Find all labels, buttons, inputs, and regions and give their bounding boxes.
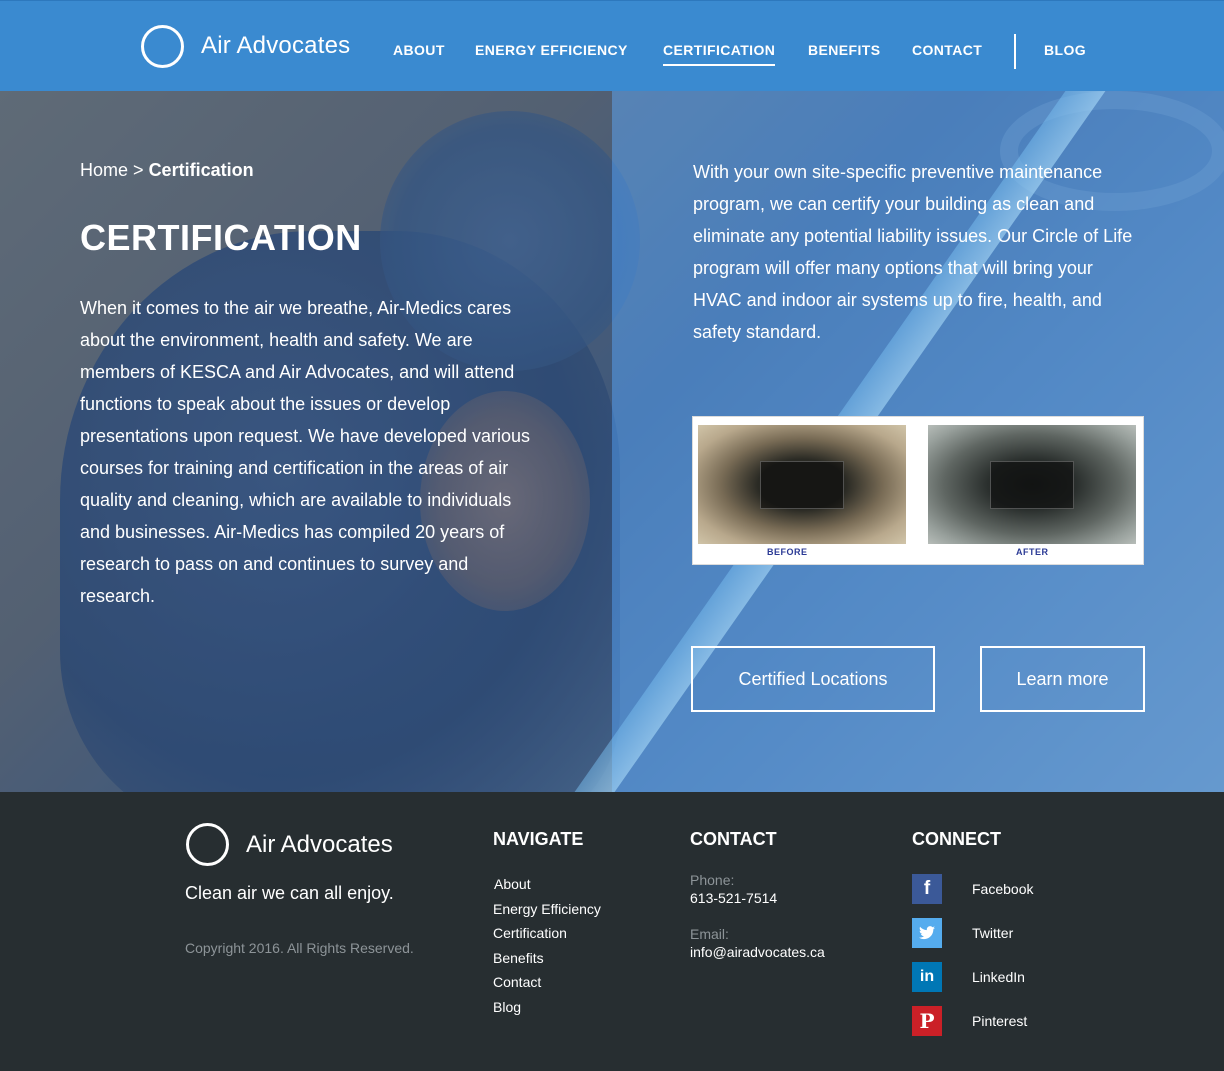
email-address[interactable]: info@airadvocates.ca <box>690 944 825 960</box>
intro-paragraph: When it comes to the air we breathe, Air… <box>80 298 530 606</box>
navigate-heading: NAVIGATE <box>493 829 584 849</box>
nav-certification[interactable]: CERTIFICATION <box>663 42 776 66</box>
footer-nav: About Energy Efficiency Certification Be… <box>493 872 601 1020</box>
brand-name[interactable]: Air Advocates <box>201 32 350 60</box>
social-linkedin[interactable]: in LinkedIn <box>912 962 1112 992</box>
breadcrumb-current: Certification <box>148 160 254 180</box>
footer-brand-name[interactable]: Air Advocates <box>246 831 393 859</box>
page-title: CERTIFICATION <box>80 217 362 258</box>
breadcrumb: Home > Certification <box>80 160 254 181</box>
nav-about[interactable]: ABOUT <box>393 42 445 58</box>
logo-circle-icon[interactable] <box>141 25 184 68</box>
social-pinterest[interactable]: P Pinterest <box>912 1006 1112 1036</box>
social-label: Pinterest <box>972 1013 1028 1029</box>
breadcrumb-home[interactable]: Home <box>80 160 128 180</box>
site-header: Air Advocates ABOUT ENERGY EFFICIENCY CE… <box>0 0 1224 91</box>
nav-energy-efficiency[interactable]: ENERGY EFFICIENCY <box>475 42 628 58</box>
footer-nav-energy-efficiency[interactable]: Energy Efficiency <box>493 897 601 922</box>
nav-divider <box>1014 34 1016 69</box>
social-facebook[interactable]: f Facebook <box>912 874 1112 904</box>
footer-logo-circle-icon[interactable] <box>186 823 229 866</box>
linkedin-icon: in <box>912 962 942 992</box>
footer-nav-certification[interactable]: Certification <box>493 921 601 946</box>
before-after-image: BEFORE AFTER <box>692 416 1144 565</box>
breadcrumb-separator: > <box>133 160 144 180</box>
learn-more-button[interactable]: Learn more <box>980 646 1145 712</box>
footer-tagline: Clean air we can all enjoy. <box>185 883 394 903</box>
after-label: AFTER <box>1016 547 1049 557</box>
footer-nav-benefits[interactable]: Benefits <box>493 946 601 971</box>
phone-label: Phone: <box>690 872 735 888</box>
footer-nav-blog[interactable]: Blog <box>493 995 601 1020</box>
footer-nav-about[interactable]: About <box>494 872 601 897</box>
social-label: Twitter <box>972 925 1014 941</box>
certified-locations-button[interactable]: Certified Locations <box>691 646 935 712</box>
phone-number[interactable]: 613-521-7514 <box>690 890 777 906</box>
nav-blog[interactable]: BLOG <box>1044 42 1086 58</box>
pinterest-icon: P <box>912 1006 942 1036</box>
before-label: BEFORE <box>767 547 808 557</box>
before-photo <box>698 425 906 544</box>
nav-contact[interactable]: CONTACT <box>912 42 982 58</box>
copyright: Copyright 2016. All Rights Reserved. <box>185 940 414 956</box>
after-photo <box>928 425 1136 544</box>
certification-paragraph: With your own site-specific preventive m… <box>693 162 1133 342</box>
social-label: LinkedIn <box>972 969 1025 985</box>
social-twitter[interactable]: Twitter <box>912 918 1112 948</box>
footer-nav-contact[interactable]: Contact <box>493 970 601 995</box>
facebook-icon: f <box>912 874 942 904</box>
email-label: Email: <box>690 926 729 942</box>
connect-heading: CONNECT <box>912 829 1001 849</box>
contact-heading: CONTACT <box>690 829 777 849</box>
site-footer: Air Advocates Clean air we can all enjoy… <box>0 792 1224 1071</box>
twitter-icon <box>912 918 942 948</box>
nav-benefits[interactable]: BENEFITS <box>808 42 880 58</box>
hero-section: Home > Certification CERTIFICATION When … <box>0 91 1224 792</box>
social-label: Facebook <box>972 881 1034 897</box>
